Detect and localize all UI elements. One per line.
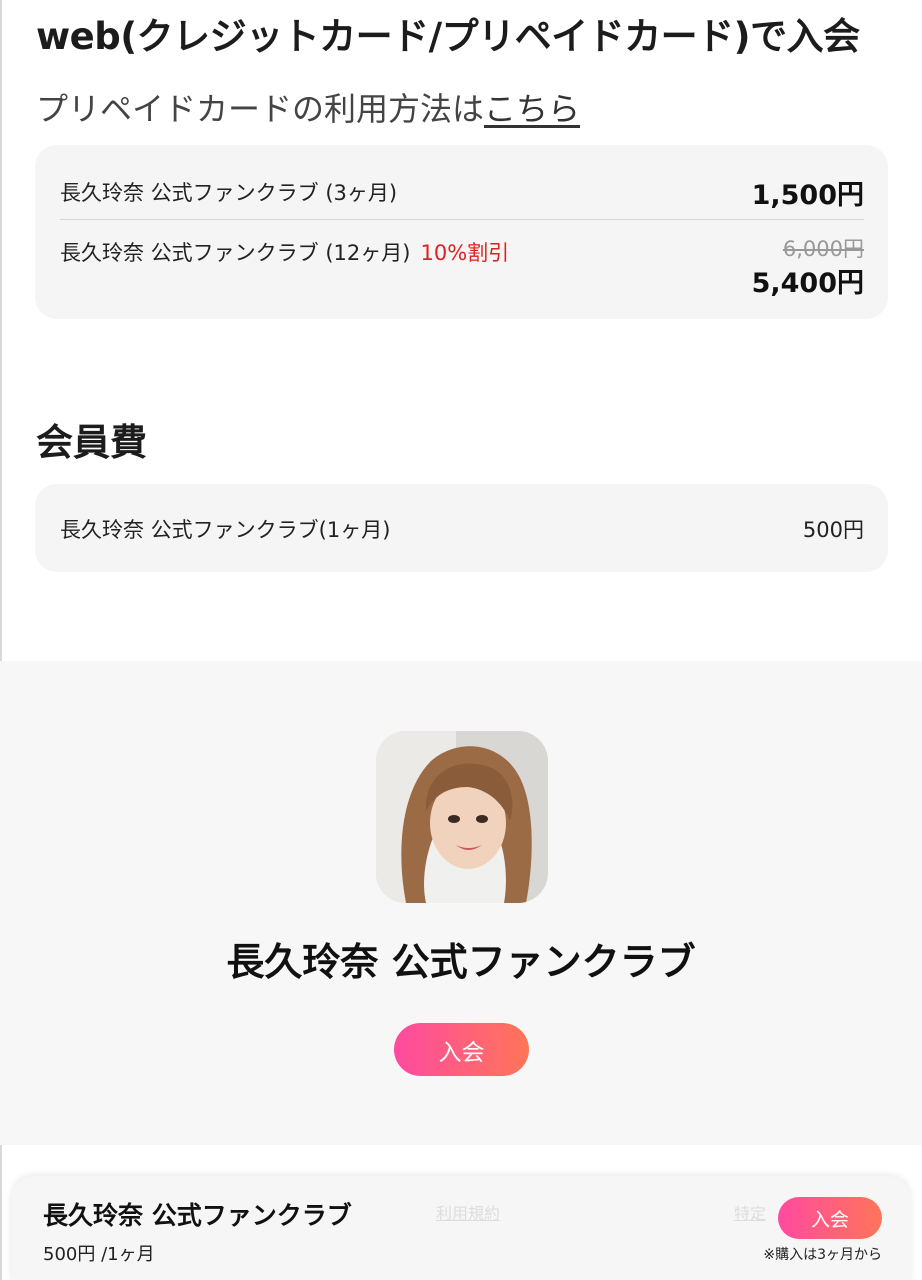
purchase-note: ※購入は3ヶ月から [763, 1247, 882, 1263]
membership-fee-card: 長久玲奈 公式ファンクラブ(1ヶ月) 500円 [35, 484, 888, 572]
legal-link[interactable]: 特定 [734, 1200, 766, 1224]
plan-price: 1,500円 [751, 180, 864, 211]
join-button[interactable]: 入会 [394, 1023, 529, 1076]
prepaid-usage-line: プリペイドカードの利用方法はこちら [36, 84, 580, 130]
fanclub-avatar [376, 731, 548, 903]
fee-price: 500円 [802, 518, 864, 542]
plan-name-text: 長久玲奈 公式ファンクラブ (12ヶ月) [60, 241, 411, 265]
bottom-bar-price: 500円 /1ヶ月 [43, 1244, 155, 1265]
plan-price: 5,400円 [751, 268, 864, 299]
plans-card: 長久玲奈 公式ファンクラブ (3ヶ月) 1,500円 長久玲奈 公式ファンクラブ… [35, 145, 888, 319]
plan-name: 長久玲奈 公式ファンクラブ (3ヶ月) [60, 181, 398, 205]
sticky-bottom-bar: 長久玲奈 公式ファンクラブ 500円 /1ヶ月 利用規約 特定 入会 ※購入は3… [12, 1176, 910, 1280]
payment-section-title: web(クレジットカード/プリペイドカード)で入会 [36, 15, 860, 58]
plan-row-3-months[interactable]: 長久玲奈 公式ファンクラブ (3ヶ月) 1,500円 [60, 173, 864, 213]
plan-original-price: 6,000円 [782, 237, 864, 261]
fanclub-profile-section: 長久玲奈 公式ファンクラブ 入会 [0, 661, 922, 1145]
avatar-photo [376, 731, 548, 903]
prepaid-usage-text: プリペイドカードの利用方法は [36, 90, 485, 128]
fanclub-name: 長久玲奈 公式ファンクラブ [226, 940, 696, 984]
plan-divider [60, 219, 864, 220]
terms-link[interactable]: 利用規約 [436, 1200, 500, 1224]
membership-fee-title: 会員費 [36, 421, 147, 464]
prepaid-usage-link[interactable]: こちら [484, 90, 580, 128]
plan-name: 長久玲奈 公式ファンクラブ (12ヶ月) 10%割引 [60, 237, 509, 267]
discount-label: 10%割引 [420, 241, 510, 265]
bottom-bar-join-button[interactable]: 入会 [778, 1197, 882, 1239]
plan-row-12-months[interactable]: 長久玲奈 公式ファンクラブ (12ヶ月) 10%割引 6,000円 5,400円 [60, 233, 864, 303]
bottom-bar-club-name: 長久玲奈 公式ファンクラブ [43, 1201, 352, 1230]
fee-name: 長久玲奈 公式ファンクラブ(1ヶ月) [60, 518, 391, 542]
